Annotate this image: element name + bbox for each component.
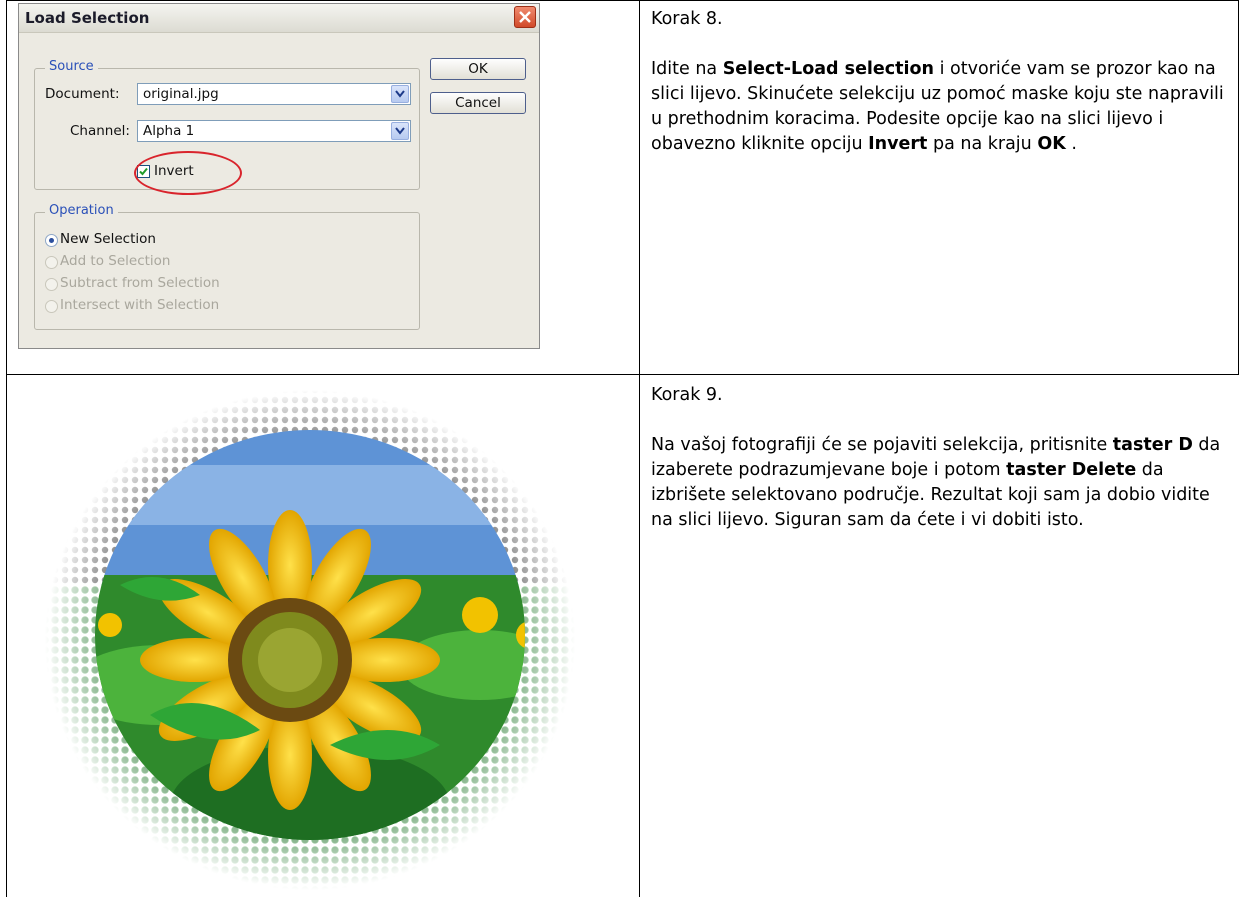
- new-selection-label: New Selection: [60, 231, 156, 247]
- step8-text-part: pa na kraju: [927, 134, 1038, 154]
- step8-bold-invert: Invert: [868, 134, 928, 154]
- invert-highlight-ellipse: [134, 151, 242, 195]
- step8-paragraph: Idite na Select-Load selection i otvorić…: [651, 57, 1235, 157]
- ok-button[interactable]: OK: [430, 58, 526, 80]
- step8-text-part: .: [1065, 134, 1077, 154]
- dialog-titlebar: Load Selection: [19, 4, 539, 33]
- step8-heading: Korak 8.: [651, 9, 723, 29]
- add-to-selection-label: Add to Selection: [60, 253, 171, 269]
- table-left-border: [6, 0, 7, 897]
- step9-text-part: Na vašoj fotografiji će se pojaviti sele…: [651, 435, 1113, 455]
- step8-bold-menu: Select-Load selection: [722, 59, 935, 79]
- table-middle-divider: [639, 0, 640, 897]
- step8-text: Korak 8. Idite na Select-Load selection …: [651, 7, 1235, 157]
- new-selection-radio[interactable]: [45, 234, 58, 247]
- step9-heading: Korak 9.: [651, 385, 723, 405]
- operation-legend: Operation: [45, 203, 118, 218]
- step9-bold-key-d: taster D: [1112, 435, 1193, 455]
- chevron-down-icon[interactable]: [391, 85, 409, 103]
- subtract-from-selection-radio[interactable]: [45, 278, 58, 291]
- step9-text: Korak 9. Na vašoj fotografiji će se poja…: [651, 383, 1235, 533]
- sunflower-halftone-image: [10, 385, 630, 895]
- channel-select[interactable]: Alpha 1: [137, 120, 411, 142]
- document-label: Document:: [45, 86, 120, 102]
- step9-paragraph: Na vašoj fotografiji će se pojaviti sele…: [651, 433, 1235, 533]
- load-selection-dialog: Load Selection Source Document: original…: [18, 3, 540, 349]
- channel-label: Channel:: [70, 123, 130, 139]
- intersect-with-selection-radio[interactable]: [45, 300, 58, 313]
- subtract-from-selection-label: Subtract from Selection: [60, 275, 220, 291]
- step8-text-part: Idite na: [651, 59, 723, 79]
- cancel-button[interactable]: Cancel: [430, 92, 526, 114]
- close-icon[interactable]: [514, 6, 536, 28]
- table-top-border: [6, 0, 1239, 1]
- add-to-selection-radio[interactable]: [45, 256, 58, 269]
- source-legend: Source: [45, 59, 98, 74]
- document-value: original.jpg: [143, 86, 219, 102]
- step9-bold-key-delete: taster Delete: [1006, 460, 1137, 480]
- intersect-with-selection-label: Intersect with Selection: [60, 297, 220, 313]
- document-select[interactable]: original.jpg: [137, 83, 411, 105]
- chevron-down-icon[interactable]: [391, 122, 409, 140]
- table-row-divider: [6, 374, 1239, 375]
- step8-bold-ok: OK: [1037, 134, 1066, 154]
- channel-value: Alpha 1: [143, 123, 195, 139]
- dialog-title: Load Selection: [25, 9, 150, 27]
